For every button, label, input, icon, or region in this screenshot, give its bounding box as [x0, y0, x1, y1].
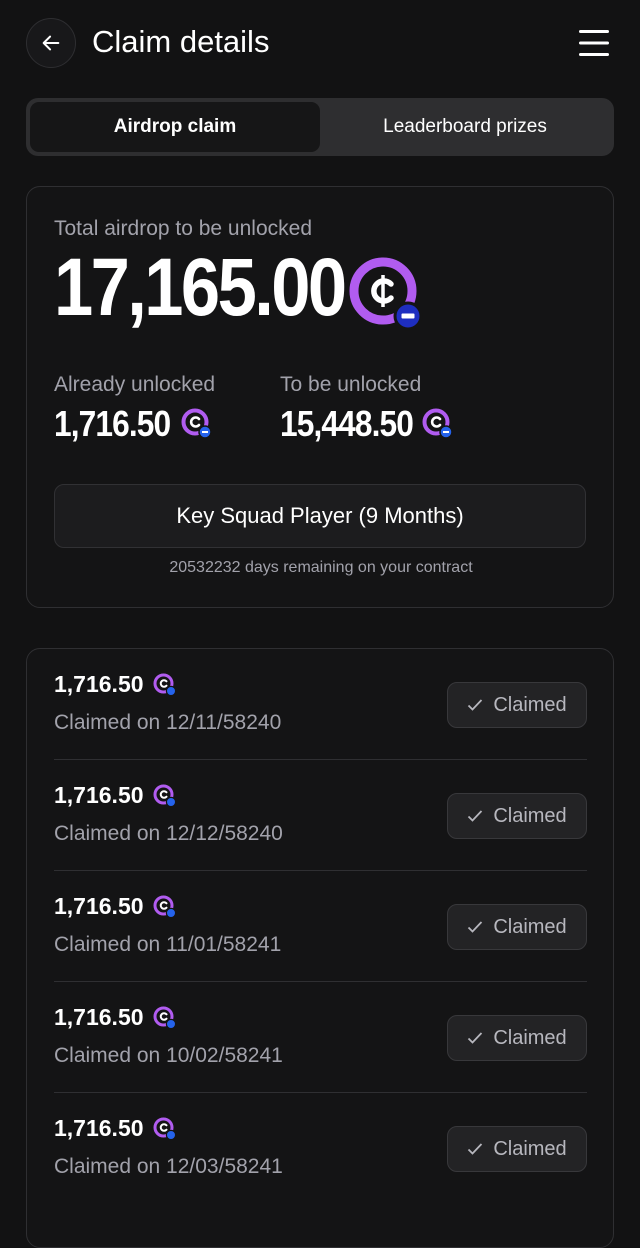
total-airdrop-amount: 17,165.00	[54, 242, 347, 333]
tab-airdrop-claim[interactable]: Airdrop claim	[30, 102, 320, 152]
checkmark-icon	[468, 1032, 483, 1044]
to-be-unlocked-amount: 15,448.50	[280, 403, 414, 444]
hamburger-menu-icon	[579, 30, 609, 56]
already-unlocked-block: Already unlocked 1,716.50	[54, 373, 215, 445]
claim-amount-row: 1,716.50	[54, 671, 178, 698]
coin-icon	[153, 784, 176, 807]
already-unlocked-amount: 1,716.50	[54, 403, 171, 444]
checkmark-icon	[468, 699, 483, 711]
claim-date: Claimed on 10/02/58241	[54, 1044, 283, 1067]
claimed-label: Claimed	[493, 915, 567, 938]
tab-leaderboard-prizes[interactable]: Leaderboard prizes	[320, 102, 610, 152]
checkmark-icon	[468, 1143, 483, 1155]
claim-amount: 1,716.50	[54, 782, 144, 808]
airdrop-summary-card: Total airdrop to be unlocked 17,165.00 A…	[26, 186, 614, 608]
menu-button[interactable]	[578, 28, 610, 58]
coin-icon	[181, 408, 212, 439]
claimed-button[interactable]: Claimed	[447, 793, 587, 839]
claimed-button[interactable]: Claimed	[447, 904, 587, 950]
claims-list: 1,716.50 Claimed on 12/11/58240 Claimed …	[26, 648, 614, 1248]
claim-amount-row: 1,716.50	[54, 893, 178, 920]
list-item: 1,716.50 Claimed on 11/01/58241 Claimed	[54, 871, 587, 982]
to-be-unlocked-label: To be unlocked	[280, 373, 422, 396]
claim-amount-row: 1,716.50	[54, 782, 178, 809]
already-unlocked-row: 1,716.50	[54, 403, 215, 445]
app-header: Claim details	[0, 0, 640, 88]
claimed-button[interactable]: Claimed	[447, 682, 587, 728]
claim-date: Claimed on 12/12/58240	[54, 822, 283, 845]
key-squad-player-button[interactable]: Key Squad Player (9 Months)	[54, 484, 586, 548]
already-unlocked-label: Already unlocked	[54, 373, 216, 396]
coin-icon	[153, 673, 176, 696]
coin-icon	[153, 1117, 176, 1140]
to-be-unlocked-row: 15,448.50	[280, 403, 455, 445]
claimed-button[interactable]: Claimed	[447, 1015, 587, 1061]
coin-icon	[422, 408, 453, 439]
checkmark-icon	[468, 921, 483, 933]
list-item: 1,716.50 Claimed on 12/03/58241 Claimed	[54, 1093, 587, 1204]
claimed-label: Claimed	[493, 693, 567, 716]
coin-icon	[349, 257, 423, 331]
checkmark-icon	[468, 810, 483, 822]
claimed-button[interactable]: Claimed	[447, 1126, 587, 1172]
list-item: 1,716.50 Claimed on 12/11/58240 Claimed	[54, 649, 587, 760]
list-item: 1,716.50 Claimed on 10/02/58241 Claimed	[54, 982, 587, 1093]
claim-amount: 1,716.50	[54, 1004, 144, 1030]
total-amount-row: 17,165.00	[54, 245, 392, 331]
claim-date: Claimed on 12/11/58240	[54, 711, 282, 734]
coin-icon	[153, 895, 176, 918]
claim-amount: 1,716.50	[54, 893, 144, 919]
claimed-label: Claimed	[493, 1137, 567, 1160]
tab-bar: Airdrop claim Leaderboard prizes	[26, 98, 614, 156]
contract-remaining-note: 20532232 days remaining on your contract	[169, 559, 473, 576]
list-item: 1,716.50 Claimed on 12/12/58240 Claimed	[54, 760, 587, 871]
coin-icon	[153, 1006, 176, 1029]
back-button[interactable]	[26, 18, 76, 68]
arrow-left-icon	[42, 35, 60, 51]
claim-amount-row: 1,716.50	[54, 1004, 178, 1031]
claim-amount-row: 1,716.50	[54, 1115, 178, 1142]
claimed-label: Claimed	[493, 1026, 567, 1049]
page-title: Claim details	[92, 24, 270, 59]
claim-amount: 1,716.50	[54, 1115, 144, 1141]
claimed-label: Claimed	[493, 804, 567, 827]
claim-date: Claimed on 12/03/58241	[54, 1155, 283, 1178]
to-be-unlocked-block: To be unlocked 15,448.50	[280, 373, 455, 445]
claim-amount: 1,716.50	[54, 671, 144, 697]
claim-date: Claimed on 11/01/58241	[54, 933, 282, 956]
total-airdrop-label: Total airdrop to be unlocked	[54, 217, 312, 240]
